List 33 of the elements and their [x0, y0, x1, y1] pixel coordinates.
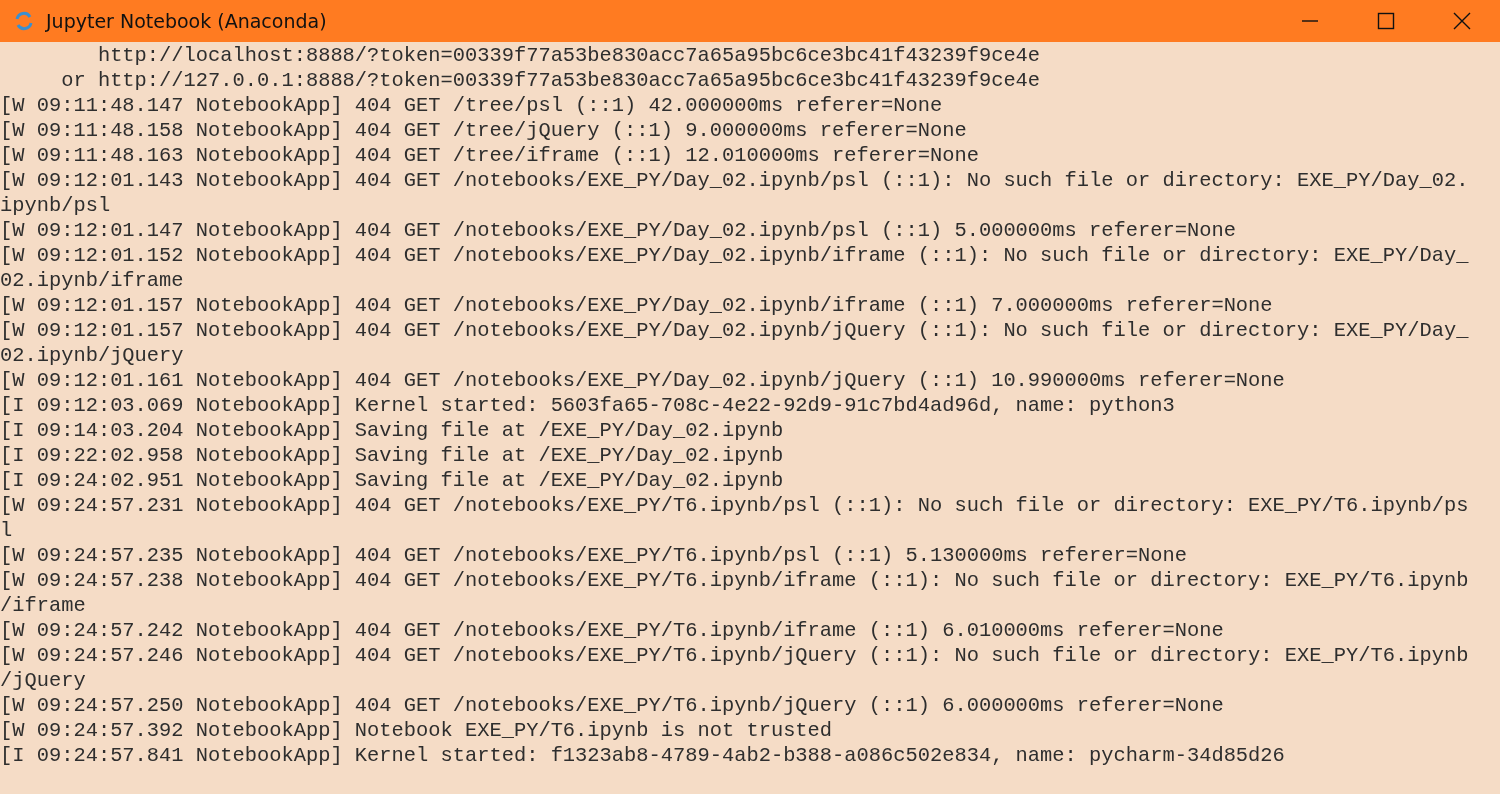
maximize-icon[interactable]	[1377, 12, 1395, 30]
console-line: [W 09:12:01.143 NotebookApp] 404 GET /notebooks/EXE_PY/Day_02.ipynb/psl (::1): No such file or directory: EXE_PY/Day_02.	[0, 168, 1470, 193]
console-line: [W 09:11:48.147 NotebookApp] 404 GET /tree/psl (::1) 42.000000ms referer=None	[0, 93, 944, 118]
console-line: [W 09:24:57.238 NotebookApp] 404 GET /notebooks/EXE_PY/T6.ipynb/iframe (::1): No such file or directory: EXE_PY/T6.ipynb	[0, 568, 1470, 593]
console-line: [W 09:24:57.242 NotebookApp] 404 GET /notebooks/EXE_PY/T6.ipynb/iframe (::1) 6.010000ms referer=None	[0, 618, 1225, 643]
console-line: [W 09:24:57.235 NotebookApp] 404 GET /notebooks/EXE_PY/T6.ipynb/psl (::1) 5.130000ms referer=None	[0, 543, 1188, 568]
console-line: [W 09:12:01.157 NotebookApp] 404 GET /notebooks/EXE_PY/Day_02.ipynb/jQuery (::1): No such file or directory: EXE_PY/Day_	[0, 318, 1470, 343]
spinner-icon	[14, 11, 34, 31]
console-line: [W 09:11:48.158 NotebookApp] 404 GET /tree/jQuery (::1) 9.000000ms referer=None	[0, 118, 968, 143]
console-line: [W 09:11:48.163 NotebookApp] 404 GET /tree/iframe (::1) 12.010000ms referer=None	[0, 143, 980, 168]
console-line: [I 09:24:57.841 NotebookApp] Kernel started: f1323ab8-4789-4ab2-b388-a086c502e834, name: pycharm-34d85d26	[0, 743, 1286, 768]
console-line: [W 09:24:57.246 NotebookApp] 404 GET /notebooks/EXE_PY/T6.ipynb/jQuery (::1): No such file or directory: EXE_PY/T6.ipynb	[0, 643, 1470, 668]
console-line: [I 09:22:02.958 NotebookApp] Saving file at /EXE_PY/Day_02.ipynb	[0, 443, 785, 468]
console-line: [I 09:24:02.951 NotebookApp] Saving file at /EXE_PY/Day_02.ipynb	[0, 468, 785, 493]
console-line: [W 09:24:57.231 NotebookApp] 404 GET /notebooks/EXE_PY/T6.ipynb/psl (::1): No such file or directory: EXE_PY/T6.ipynb/ps	[0, 493, 1470, 518]
window-title: Jupyter Notebook (Anaconda)	[46, 10, 328, 32]
console-line: [W 09:12:01.152 NotebookApp] 404 GET /notebooks/EXE_PY/Day_02.ipynb/iframe (::1): No such file or directory: EXE_PY/Day_	[0, 243, 1470, 268]
console-line: /jQuery	[0, 668, 87, 693]
console-line: 02.ipynb/jQuery	[0, 343, 185, 368]
console-line: [I 09:14:03.204 NotebookApp] Saving file at /EXE_PY/Day_02.ipynb	[0, 418, 785, 443]
console-line: ipynb/psl	[0, 193, 112, 218]
console-line: http://localhost:8888/?token=00339f77a53be830acc7a65a95bc6ce3bc41f43239f9ce4e	[96, 43, 1042, 68]
console-line: [W 09:12:01.157 NotebookApp] 404 GET /notebooks/EXE_PY/Day_02.ipynb/iframe (::1) 7.000000ms referer=None	[0, 293, 1274, 318]
console-line: /iframe	[0, 593, 87, 618]
close-icon[interactable]	[1453, 12, 1471, 30]
console-line: [W 09:12:01.161 NotebookApp] 404 GET /notebooks/EXE_PY/Day_02.ipynb/jQuery (::1) 10.990000ms referer=None	[0, 368, 1286, 393]
console-line: [W 09:24:57.392 NotebookApp] Notebook EXE_PY/T6.ipynb is not trusted	[0, 718, 834, 743]
console-line: [I 09:12:03.069 NotebookApp] Kernel started: 5603fa65-708c-4e22-92d9-91c7bd4ad96d, name: python3	[0, 393, 1176, 418]
console-line: [W 09:24:57.250 NotebookApp] 404 GET /notebooks/EXE_PY/T6.ipynb/jQuery (::1) 6.000000ms referer=None	[0, 693, 1225, 718]
console-line: or http://127.0.0.1:8888/?token=00339f77a53be830acc7a65a95bc6ce3bc41f43239f9ce4e	[60, 68, 1042, 93]
console-line: l	[0, 518, 14, 543]
console-line: 02.ipynb/iframe	[0, 268, 185, 293]
console-line: [W 09:12:01.147 NotebookApp] 404 GET /notebooks/EXE_PY/Day_02.ipynb/psl (::1) 5.000000ms referer=None	[0, 218, 1237, 243]
